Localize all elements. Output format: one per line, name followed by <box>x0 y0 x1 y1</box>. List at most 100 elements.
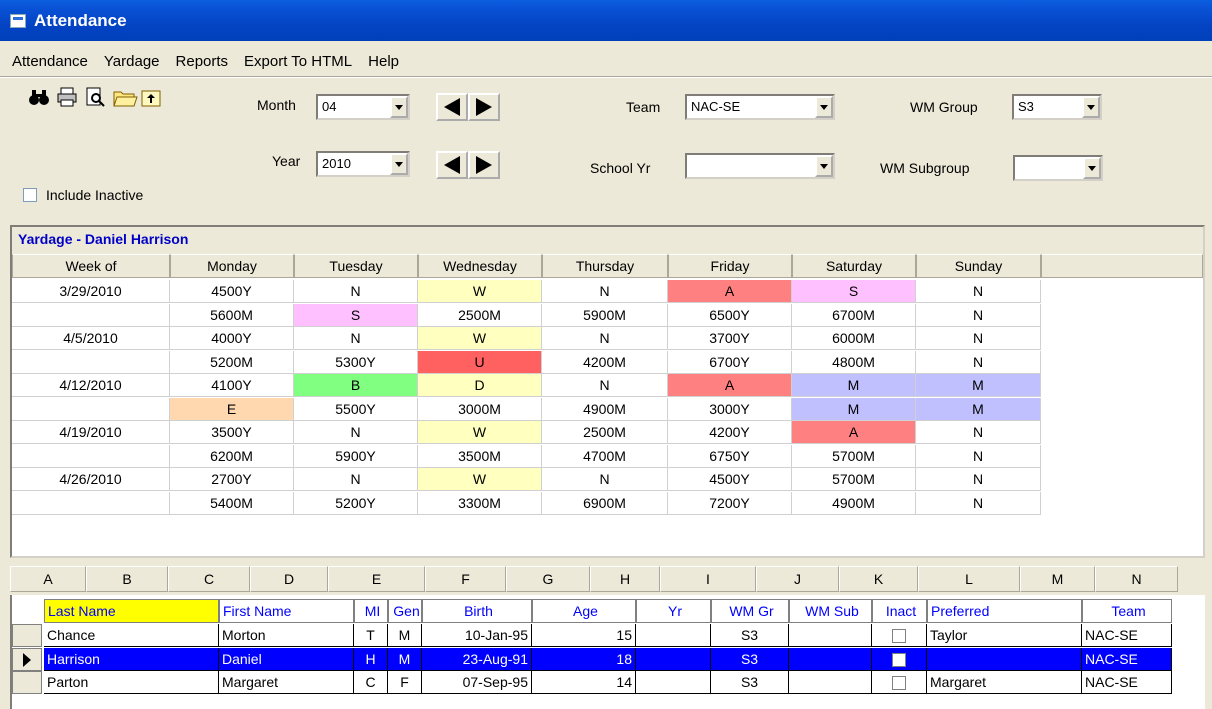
yardage-cell[interactable]: S <box>792 280 916 303</box>
yardage-cell[interactable]: 4100Y <box>170 374 294 397</box>
column-letter-a[interactable]: A <box>10 566 86 592</box>
yardage-cell[interactable]: W <box>418 421 542 444</box>
yardage-cell[interactable]: 4/26/2010 <box>12 468 170 491</box>
yardage-cell[interactable]: 5400M <box>170 491 294 515</box>
roster-cell-mi[interactable]: T <box>354 624 388 647</box>
yardage-cell[interactable]: 5900M <box>542 303 668 327</box>
yardage-cell[interactable]: M <box>792 374 916 397</box>
roster-cell-yr[interactable] <box>636 624 711 647</box>
roster-header-team[interactable]: Team <box>1082 599 1172 623</box>
column-letter-h[interactable]: H <box>590 566 660 592</box>
roster-header-wm-sub[interactable]: WM Sub <box>789 599 872 623</box>
yardage-cell[interactable] <box>12 444 170 468</box>
roster-cell-team[interactable]: NAC-SE <box>1082 624 1172 647</box>
yardage-cell[interactable]: N <box>916 327 1041 350</box>
yardage-cell[interactable]: N <box>542 468 668 491</box>
yardage-cell[interactable]: N <box>542 280 668 303</box>
roster-cell-inact[interactable] <box>872 624 927 647</box>
yardage-cell[interactable]: 4/12/2010 <box>12 374 170 397</box>
roster-header-inact[interactable]: Inact <box>872 599 927 623</box>
column-letter-j[interactable]: J <box>756 566 839 592</box>
column-letter-c[interactable]: C <box>168 566 250 592</box>
column-letter-m[interactable]: M <box>1020 566 1095 592</box>
inactive-checkbox[interactable] <box>892 652 906 667</box>
roster-cell-last[interactable]: Harrison <box>44 647 219 671</box>
print-preview-icon[interactable] <box>84 86 106 108</box>
yardage-cell[interactable]: W <box>418 280 542 303</box>
chevron-down-icon[interactable] <box>815 96 833 118</box>
yardage-cell[interactable]: 3300M <box>418 491 542 515</box>
yardage-cell[interactable] <box>12 397 170 421</box>
yardage-cell[interactable] <box>12 491 170 515</box>
yardage-cell[interactable]: D <box>418 374 542 397</box>
column-letter-i[interactable]: I <box>660 566 756 592</box>
yardage-cell[interactable]: N <box>916 350 1041 374</box>
yardage-cell[interactable]: 6700Y <box>668 350 792 374</box>
yardage-cell[interactable]: 7200Y <box>668 491 792 515</box>
roster-cell-wmsub[interactable] <box>789 671 872 694</box>
roster-cell-mi[interactable]: C <box>354 671 388 694</box>
yardage-cell[interactable]: 4900M <box>792 491 916 515</box>
roster-header-age[interactable]: Age <box>532 599 636 623</box>
column-letter-k[interactable]: K <box>839 566 918 592</box>
roster-cell-wmgr[interactable]: S3 <box>711 624 789 647</box>
school-yr-select[interactable] <box>685 153 835 179</box>
yardage-cell[interactable]: 3500M <box>418 444 542 468</box>
roster-cell-yr[interactable] <box>636 647 711 671</box>
yardage-cell[interactable]: 6700M <box>792 303 916 327</box>
yardage-cell[interactable]: B <box>294 374 418 397</box>
roster-cell-gen[interactable]: M <box>388 624 422 647</box>
row-selector[interactable] <box>12 624 42 647</box>
yardage-cell[interactable]: N <box>916 491 1041 515</box>
yardage-cell[interactable]: 4800M <box>792 350 916 374</box>
yardage-cell[interactable]: N <box>916 280 1041 303</box>
roster-cell-birth[interactable]: 23-Aug-91 <box>422 647 532 671</box>
chevron-down-icon[interactable] <box>390 96 408 118</box>
yardage-cell[interactable] <box>12 303 170 327</box>
yardage-cell[interactable]: 6000M <box>792 327 916 350</box>
column-letter-f[interactable]: F <box>425 566 506 592</box>
yardage-cell[interactable]: N <box>542 374 668 397</box>
yardage-cell[interactable]: A <box>668 280 792 303</box>
yardage-cell[interactable]: 5200M <box>170 350 294 374</box>
roster-cell-wmsub[interactable] <box>789 647 872 671</box>
roster-cell-first[interactable]: Daniel <box>219 647 354 671</box>
yardage-cell[interactable]: E <box>170 397 294 421</box>
yardage-cell[interactable]: A <box>668 374 792 397</box>
yardage-cell[interactable]: 5300Y <box>294 350 418 374</box>
roster-cell-wmgr[interactable]: S3 <box>711 671 789 694</box>
roster-header-birth[interactable]: Birth <box>422 599 532 623</box>
yardage-cell[interactable]: N <box>294 421 418 444</box>
yardage-cell[interactable]: 3000Y <box>668 397 792 421</box>
roster-header-mi[interactable]: MI <box>354 599 388 623</box>
roster-cell-last[interactable]: Parton <box>44 671 219 694</box>
yardage-cell[interactable]: N <box>916 303 1041 327</box>
yardage-cell[interactable]: M <box>916 397 1041 421</box>
yardage-cell[interactable]: 5900Y <box>294 444 418 468</box>
yardage-cell[interactable]: 4200Y <box>668 421 792 444</box>
roster-header-first-name[interactable]: First Name <box>219 599 354 623</box>
roster-header-last-name[interactable]: Last Name <box>44 599 219 623</box>
yardage-cell[interactable]: 5700M <box>792 444 916 468</box>
menu-attendance[interactable]: Attendance <box>12 53 88 70</box>
yardage-cell[interactable] <box>12 350 170 374</box>
inactive-checkbox[interactable] <box>892 676 906 691</box>
yardage-cell[interactable]: 2700Y <box>170 468 294 491</box>
binoculars-icon[interactable] <box>28 86 50 108</box>
yardage-cell[interactable]: 3500Y <box>170 421 294 444</box>
yardage-cell[interactable]: M <box>916 374 1041 397</box>
yardage-cell[interactable]: N <box>916 468 1041 491</box>
folder-open-icon[interactable] <box>112 86 138 108</box>
year-prev-button[interactable] <box>436 151 468 179</box>
chevron-down-icon[interactable] <box>815 155 833 177</box>
inactive-checkbox[interactable] <box>892 629 906 644</box>
chevron-down-icon[interactable] <box>390 153 408 175</box>
roster-header-preferred[interactable]: Preferred <box>927 599 1082 623</box>
column-letter-e[interactable]: E <box>328 566 425 592</box>
yardage-cell[interactable]: S <box>294 303 418 327</box>
menu-help[interactable]: Help <box>368 53 399 70</box>
yardage-cell[interactable]: N <box>916 421 1041 444</box>
yardage-cell[interactable]: 6200M <box>170 444 294 468</box>
wm-group-select[interactable]: S3 <box>1012 94 1102 120</box>
roster-cell-birth[interactable]: 07-Sep-95 <box>422 671 532 694</box>
